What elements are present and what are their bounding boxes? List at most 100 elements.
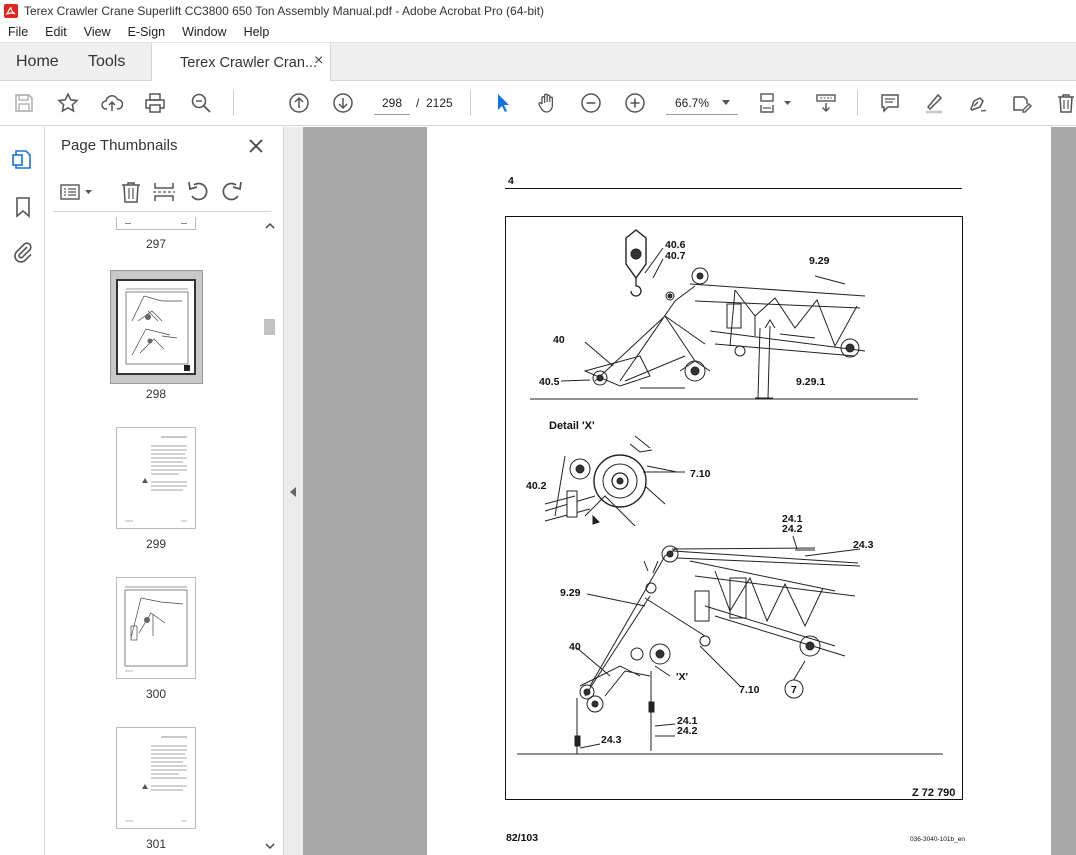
attachments-paperclip-icon[interactable] (11, 240, 35, 264)
detail-heading: Detail 'X' (549, 420, 595, 432)
callout-label: 9.29 (809, 255, 830, 267)
options-menu-icon[interactable] (59, 179, 95, 205)
menu-esign[interactable]: E-Sign (120, 25, 175, 39)
print-icon[interactable] (143, 91, 167, 115)
save-icon[interactable] (12, 91, 36, 115)
figure-id: Z 72 790 (912, 787, 956, 799)
callout-label: 40 (553, 334, 565, 346)
header-rule (505, 188, 962, 189)
thumbnail-page-301[interactable] (116, 727, 196, 829)
toolbar-divider (470, 90, 471, 116)
callout-label: 24.2 (677, 725, 698, 737)
callout-label: 24.3 (853, 539, 874, 551)
tab-tools[interactable]: Tools (88, 43, 125, 81)
callout-label: 7.10 (690, 468, 711, 480)
thumbnail-scrollbar[interactable] (263, 219, 276, 855)
thumbnail-page-297[interactable] (116, 217, 196, 230)
fill-sign-icon[interactable] (1010, 91, 1034, 115)
panel-title: Page Thumbnails (61, 137, 178, 154)
window-title: Terex Crawler Crane Superlift CC3800 650… (24, 4, 545, 18)
select-cursor-icon[interactable] (491, 91, 515, 115)
callout-label: 7 (791, 684, 797, 696)
crane-assembly-drawing (517, 229, 943, 755)
tab-bar: Home Tools Terex Crawler Cran... × (0, 43, 1076, 82)
collapse-arrow-icon[interactable] (290, 487, 297, 497)
callout-label: 40.5 (539, 376, 560, 388)
zoom-in-icon[interactable] (623, 91, 647, 115)
left-navigation-rail (0, 127, 45, 855)
menu-window[interactable]: Window (174, 25, 235, 39)
chevron-down-icon (722, 100, 730, 105)
callout-label: 24.3 (601, 734, 622, 746)
page-separator: / (416, 96, 420, 110)
tab-home[interactable]: Home (16, 43, 59, 81)
callout-label: 40 (569, 641, 581, 653)
thumbnail-label: 298 (145, 387, 167, 401)
menu-help[interactable]: Help (236, 25, 279, 39)
sign-pen-icon[interactable] (966, 91, 990, 115)
page-number-input[interactable]: 298 (374, 91, 410, 115)
page-display-icon[interactable] (758, 91, 794, 115)
page-counter: 82/103 (506, 832, 539, 844)
title-bar: Terex Crawler Crane Superlift CC3800 650… (0, 0, 1076, 22)
toolbar-divider (233, 90, 234, 116)
callout-label: 40.2 (526, 480, 547, 492)
menu-view[interactable]: View (76, 25, 120, 39)
chevron-up-icon[interactable] (265, 222, 275, 229)
scrolling-mode-icon[interactable] (814, 91, 838, 115)
zoom-search-icon[interactable] (189, 91, 213, 115)
document-viewer[interactable]: 4 40.6 40.7 9.29 40 40.5 9.29.1 Detail '… (303, 127, 1076, 855)
thumbnail-preview (124, 586, 188, 672)
hand-tool-icon[interactable] (535, 91, 559, 115)
tab-close-icon[interactable]: × (314, 52, 323, 70)
close-icon[interactable] (247, 137, 265, 155)
rotate-counterclockwise-icon[interactable] (185, 179, 211, 205)
menu-bar: File Edit View E-Sign Window Help (0, 22, 1076, 43)
tab-document-label: Terex Crawler Cran... (180, 54, 317, 71)
thumbnail-label: 297 (145, 237, 167, 251)
extract-pages-icon[interactable] (151, 179, 177, 205)
callout-label: 'X' (676, 671, 688, 683)
scrollbar-thumb[interactable] (264, 319, 275, 335)
previous-page-icon[interactable] (287, 91, 311, 115)
thumbnail-page-298[interactable] (116, 279, 196, 375)
pdf-page: 4 40.6 40.7 9.29 40 40.5 9.29.1 Detail '… (427, 127, 1051, 855)
tab-document[interactable]: Terex Crawler Cran... × (151, 43, 331, 82)
acrobat-logo-icon (4, 4, 18, 18)
comment-icon[interactable] (878, 91, 902, 115)
callout-label: 9.29 (560, 587, 581, 599)
callout-label: 9.29.1 (796, 376, 826, 388)
thumbnail-page-300[interactable] (116, 577, 196, 679)
callout-label: 40.7 (665, 250, 686, 262)
zoom-out-icon[interactable] (579, 91, 603, 115)
panel-collapse-handle[interactable] (284, 127, 303, 855)
section-number: 4 (508, 175, 514, 187)
thumbnail-label: 299 (145, 537, 167, 551)
thumbnail-preview (125, 736, 187, 822)
menu-edit[interactable]: Edit (37, 25, 76, 39)
menu-file[interactable]: File (0, 25, 37, 39)
panel-divider (53, 211, 271, 212)
chevron-down-icon[interactable] (265, 843, 275, 850)
delete-trash-icon[interactable] (1054, 91, 1076, 115)
toolbar-divider (857, 90, 858, 116)
bookmarks-icon[interactable] (11, 195, 35, 219)
callout-label: 24.2 (782, 523, 803, 535)
thumbnail-toolbar (45, 175, 284, 213)
thumbnail-page-299[interactable] (116, 427, 196, 529)
document-code: 036-3040-101b_en (910, 836, 965, 843)
thumbnail-preview (125, 436, 187, 522)
zoom-dropdown[interactable]: 66.7% (666, 91, 738, 115)
highlight-pen-icon[interactable] (922, 91, 946, 115)
next-page-icon[interactable] (331, 91, 355, 115)
bookmark-star-icon[interactable] (56, 91, 80, 115)
upload-cloud-icon[interactable] (100, 91, 124, 115)
rotate-clockwise-icon[interactable] (219, 179, 245, 205)
delete-pages-icon[interactable] (118, 179, 144, 205)
total-pages: 2125 (426, 96, 453, 110)
main-toolbar: 298 / 2125 66.7% (0, 81, 1076, 126)
page-thumbnails-icon[interactable] (11, 147, 35, 171)
thumbnail-list: 297 298 299 300 301 (45, 217, 263, 855)
thumbnail-label: 301 (145, 837, 167, 851)
zoom-value: 66.7% (675, 95, 710, 110)
